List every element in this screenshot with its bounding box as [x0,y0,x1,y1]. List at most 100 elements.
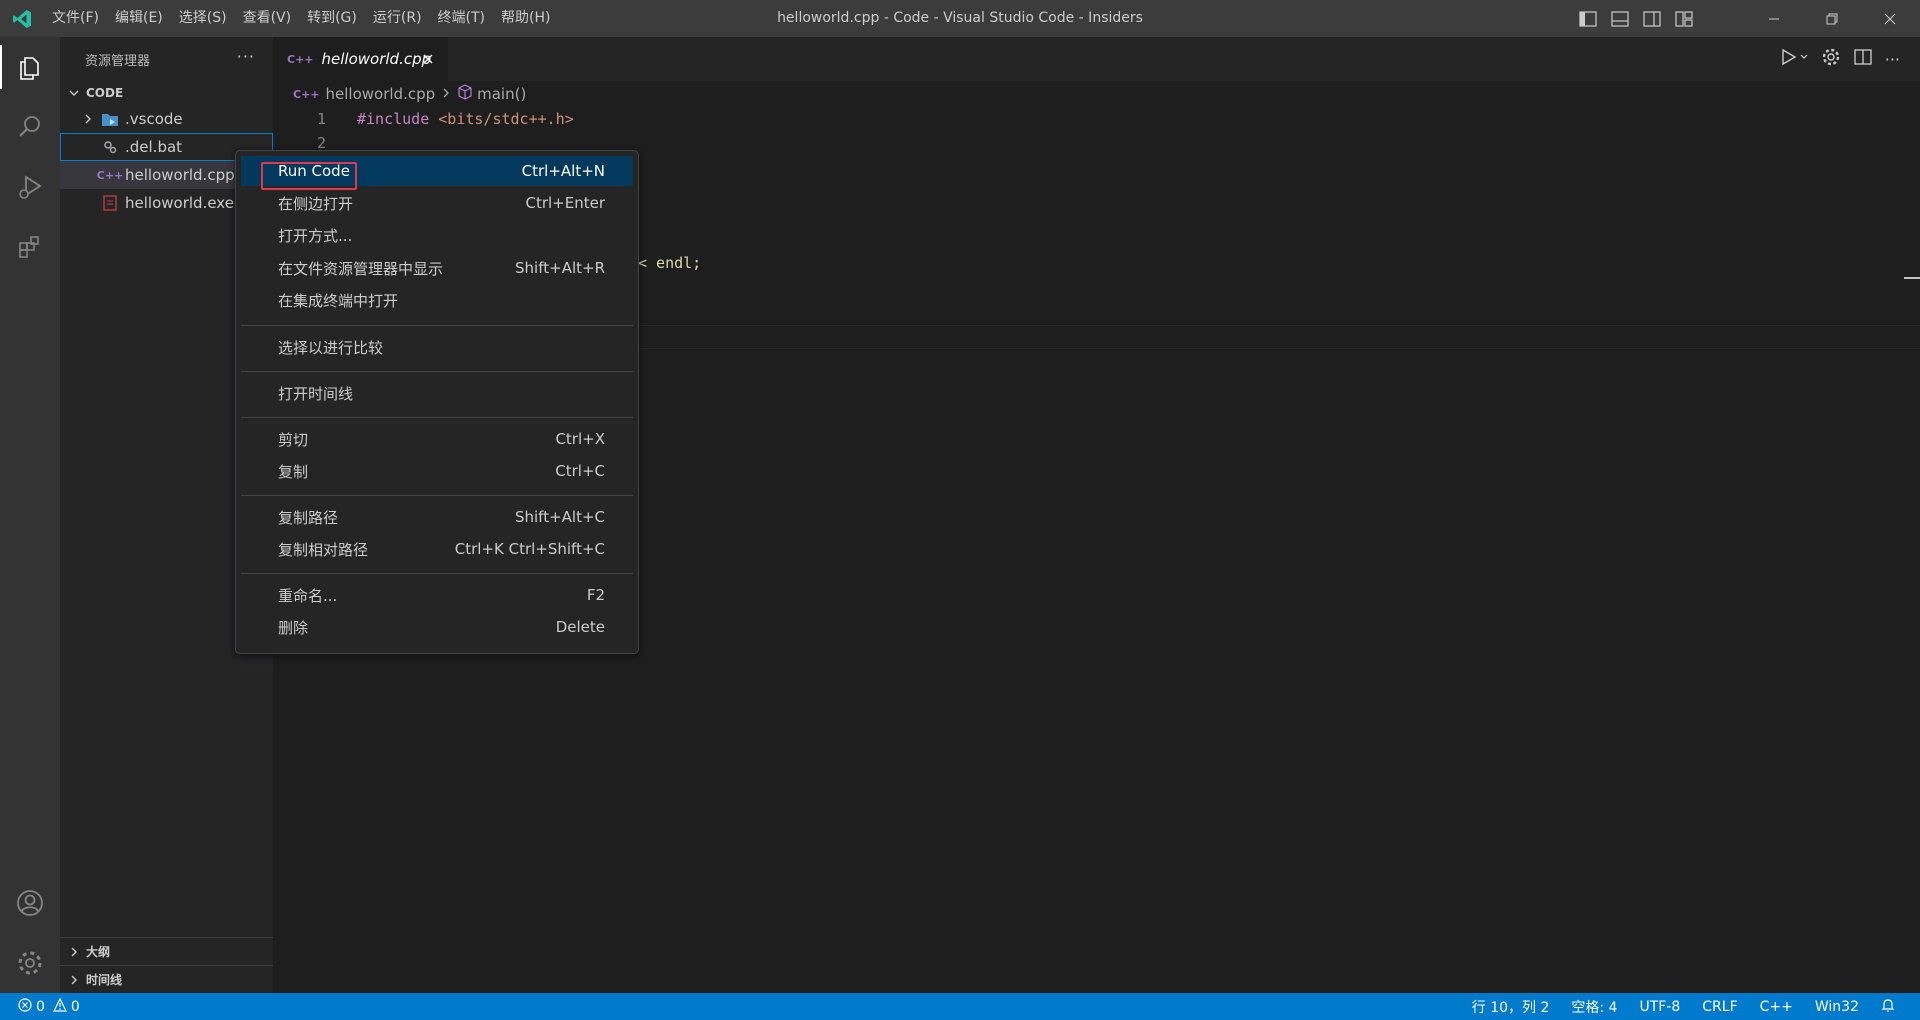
tree-item-label: .del.bat [125,138,183,156]
menu-separator [241,573,633,574]
menu-item-shortcut: F2 [586,586,605,604]
preprocessor-token: #include [357,110,439,128]
menu-edit[interactable]: 编辑(E) [107,0,171,37]
menu-item-shortcut: Shift+Alt+R [515,259,605,277]
folder-section-title[interactable]: CODE [60,81,273,105]
menu-separator [241,325,633,326]
status-bar: 0 0 行 10，列 2 空格: 4 UTF-8 CRLF C++ Win32 [0,993,1920,1020]
menu-item-shortcut: Shift+Alt+C [514,508,605,526]
breadcrumb-file[interactable]: helloworld.cpp [326,85,436,103]
tree-item-vscode[interactable]: .vscode [60,105,273,133]
customize-layout-icon[interactable] [1672,7,1696,31]
menu-item-open-timeline[interactable]: 打开时间线 [241,378,633,408]
cursor-position[interactable]: 行 10，列 2 [1461,997,1561,1017]
explorer-icon[interactable] [0,37,60,97]
menu-help[interactable]: 帮助(H) [493,0,558,37]
menu-item-shortcut: Ctrl+Enter [525,194,605,212]
activity-bar [0,37,60,993]
menu-separator [241,417,633,418]
vscode-folder-icon [100,109,120,129]
chevron-right-icon [80,111,96,127]
platform[interactable]: Win32 [1804,999,1870,1015]
sidebar-header: 资源管理器 ··· [60,37,273,81]
line-number: 1 [316,110,326,128]
outline-section[interactable]: 大纲 [60,937,273,965]
problems-indicator[interactable]: 0 0 [0,997,80,1016]
menu-item-shortcut: Ctrl+K Ctrl+Shift+C [454,540,605,558]
menu-item-label: 选择以进行比较 [278,338,384,357]
title-bar: 文件(F) 编辑(E) 选择(S) 查看(V) 转到(G) 运行(R) 终端(T… [0,0,1920,37]
editor-actions: ··· [1779,37,1900,81]
search-icon[interactable] [0,97,60,157]
chevron-right-icon [441,85,451,103]
manage-gear-icon[interactable] [0,933,60,993]
menu-file[interactable]: 文件(F) [44,0,107,37]
outline-label: 大纲 [86,945,111,959]
menu-item-rename[interactable]: 重命名... F2 [241,580,633,610]
menu-item-copy-path[interactable]: 复制路径 Shift+Alt+C [241,502,633,532]
timeline-label: 时间线 [86,973,123,987]
breadcrumb: C++ helloworld.cpp main() [273,81,1920,107]
menu-item-label: 剪切 [278,430,309,449]
toggle-secondary-sidebar-icon[interactable] [1640,7,1664,31]
cpp-file-icon: C++ [96,168,124,182]
tree-item-label: helloworld.cpp [125,166,235,184]
split-editor-icon[interactable] [1853,47,1873,71]
more-actions-icon[interactable]: ··· [237,47,255,66]
close-window-icon[interactable] [1862,0,1918,37]
folder-name: CODE [86,86,124,100]
code-fragment: < endl; [638,254,702,272]
menu-item-copy[interactable]: 复制 Ctrl+C [241,456,633,486]
warning-count: 0 [70,998,80,1015]
tab-helloworld-cpp[interactable]: C++ helloworld.cpp [273,37,448,81]
menu-view[interactable]: 查看(V) [235,0,300,37]
toggle-panel-icon[interactable] [1608,7,1632,31]
language-mode[interactable]: C++ [1749,999,1804,1015]
menu-terminal[interactable]: 终端(T) [430,0,493,37]
include-path-token: <bits/stdc++.h> [438,110,574,128]
menu-item-shortcut: Ctrl+C [555,462,605,480]
error-icon [18,997,32,1016]
chevron-right-icon [66,944,82,960]
menu-item-shortcut: Ctrl+Alt+N [521,162,605,180]
run-code-icon[interactable] [1779,47,1809,71]
vscode-logo-icon [0,0,44,37]
menu-item-delete[interactable]: 删除 Delete [241,612,633,642]
gear-icon[interactable] [1821,47,1841,71]
menu-item-label: 在集成终端中打开 [278,291,399,310]
minimize-icon[interactable] [1746,0,1802,37]
close-icon[interactable] [418,49,438,69]
menu-item-select-for-compare[interactable]: 选择以进行比较 [241,332,633,362]
error-count: 0 [36,998,45,1015]
breadcrumb-symbol[interactable]: main() [477,85,526,103]
extensions-icon[interactable] [0,217,60,277]
end-of-line[interactable]: CRLF [1691,999,1748,1015]
menu-bar: 文件(F) 编辑(E) 选择(S) 查看(V) 转到(G) 运行(R) 终端(T… [44,0,558,37]
timeline-section[interactable]: 时间线 [60,965,273,993]
accounts-icon[interactable] [0,873,60,933]
more-actions-icon[interactable]: ··· [1885,50,1900,69]
menu-item-reveal-in-explorer[interactable]: 在文件资源管理器中显示 Shift+Alt+R [241,253,633,283]
toggle-sidebar-icon[interactable] [1576,7,1600,31]
code-line: 1 #include <bits/stdc++.h> [273,107,1920,131]
menu-item-open-to-side[interactable]: 在侧边打开 Ctrl+Enter [241,188,633,218]
cpp-file-icon: C++ [287,52,314,66]
menu-go[interactable]: 转到(G) [299,0,365,37]
encoding[interactable]: UTF-8 [1628,999,1691,1015]
menu-selection[interactable]: 选择(S) [171,0,235,37]
scrollbar-marker[interactable] [1904,277,1920,279]
editor-tabs: C++ helloworld.cpp ··· [273,37,1920,81]
menu-item-shortcut: Ctrl+X [555,430,605,448]
menu-item-cut[interactable]: 剪切 Ctrl+X [241,424,633,454]
bell-icon[interactable] [1870,998,1906,1016]
run-debug-icon[interactable] [0,157,60,217]
menu-item-label: 打开时间线 [278,384,354,403]
restore-icon[interactable] [1804,0,1860,37]
menu-item-open-with[interactable]: 打开方式... [241,220,633,250]
menu-item-open-in-terminal[interactable]: 在集成终端中打开 [241,285,633,315]
menu-item-copy-relative-path[interactable]: 复制相对路径 Ctrl+K Ctrl+Shift+C [241,534,633,564]
cube-icon [457,84,473,104]
menu-item-label: 复制相对路径 [278,540,369,559]
indentation[interactable]: 空格: 4 [1560,997,1628,1017]
menu-run[interactable]: 运行(R) [365,0,430,37]
